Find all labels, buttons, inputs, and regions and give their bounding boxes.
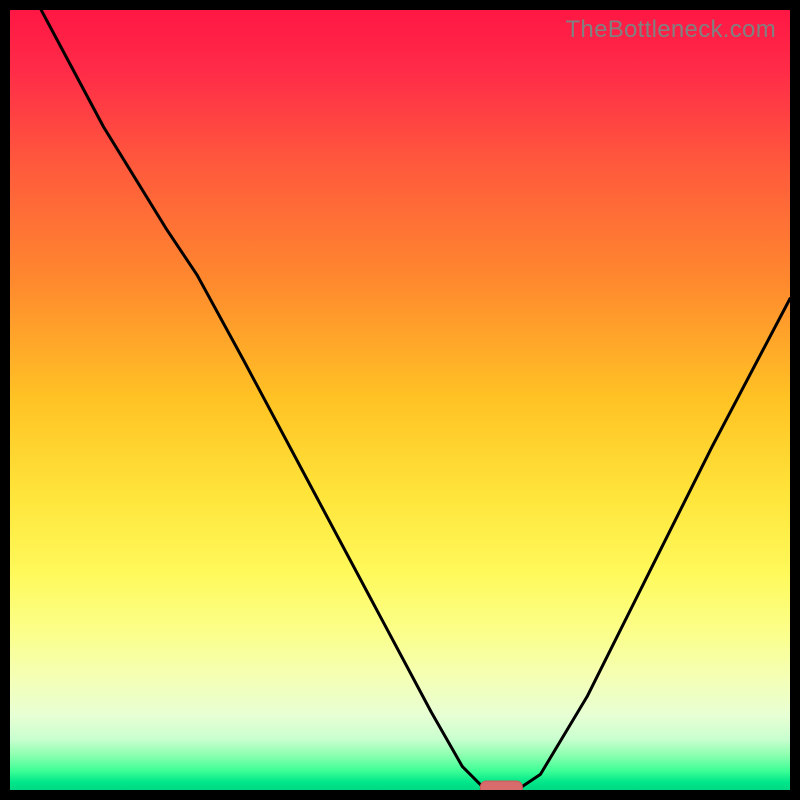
chart-background-gradient — [10, 10, 790, 790]
bottleneck-chart — [10, 10, 790, 790]
chart-frame: TheBottleneck.com — [10, 10, 790, 790]
optimal-point-marker — [480, 781, 522, 790]
watermark-text: TheBottleneck.com — [565, 16, 776, 44]
